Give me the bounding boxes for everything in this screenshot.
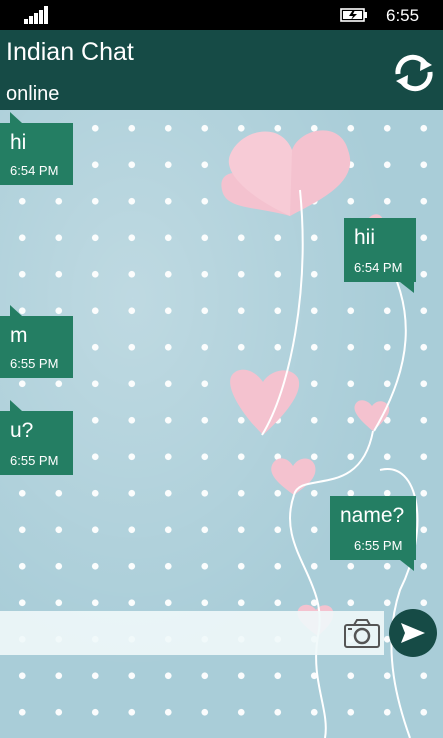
message-bubble-incoming: hi 6:54 PM [0,112,73,185]
clock: 6:55 [386,6,420,25]
message-bubble-incoming: m 6:55 PM [0,305,73,378]
chat-header: Indian Chat online [0,30,443,110]
message-time: 6:54 PM [10,163,59,178]
chat-title: Indian Chat [6,38,134,66]
message-bubble-outgoing: name? 6:55 PM [330,496,416,571]
message-text: hi [10,131,27,154]
battery-charging-icon [340,8,367,22]
message-input[interactable] [0,611,330,655]
message-composer [0,611,384,655]
message-text: hii [354,226,376,249]
refresh-icon[interactable] [390,50,438,96]
send-button[interactable] [389,609,437,657]
camera-icon[interactable] [343,617,381,649]
message-text: u? [10,419,34,442]
send-icon [401,623,425,643]
message-time: 6:54 PM [354,260,403,275]
chat-area[interactable]: hi 6:54 PM hii 6:54 PM m 6:55 PM u? 6:55… [0,110,443,738]
message-time: 6:55 PM [10,356,59,371]
message-text: m [10,324,28,347]
message-time: 6:55 PM [10,453,59,468]
online-status: online [6,83,60,105]
message-time: 6:55 PM [354,538,403,553]
message-bubble-outgoing: hii 6:54 PM [344,218,416,293]
status-bar: 6:55 [0,0,443,30]
message-bubble-incoming: u? 6:55 PM [0,400,73,475]
signal-icon [24,6,50,24]
message-text: name? [340,504,405,527]
